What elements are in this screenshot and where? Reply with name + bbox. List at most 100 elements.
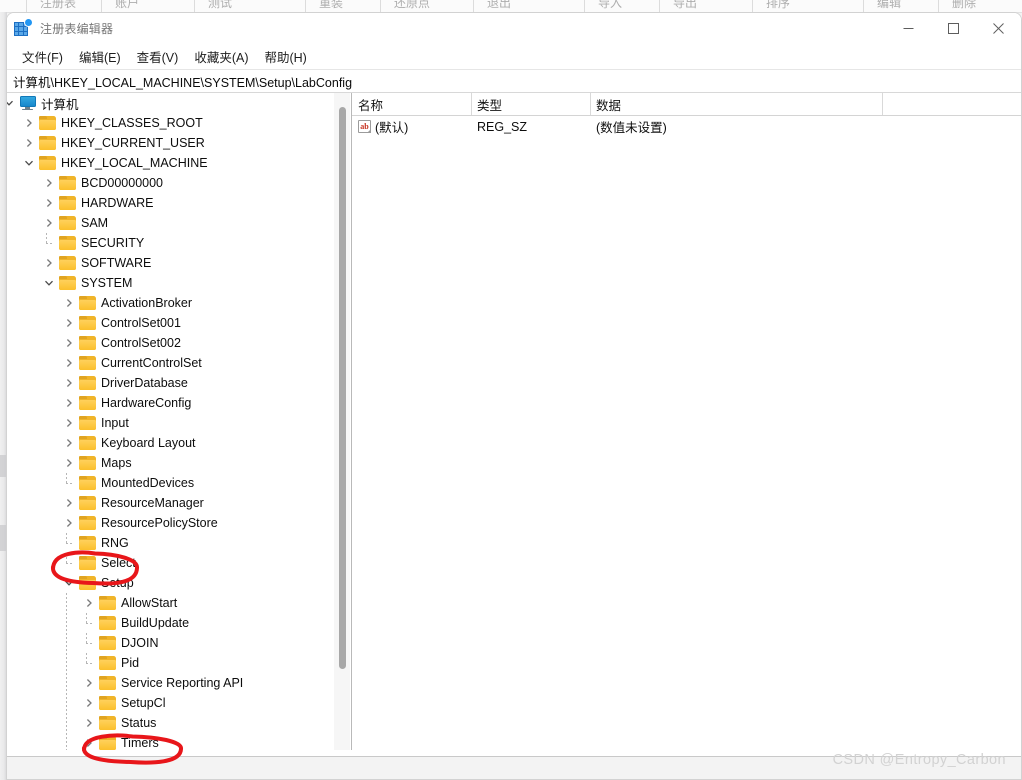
tree-node-content[interactable]: HardwareConfig [79,394,195,412]
tree-node-content[interactable]: Setup [79,574,138,592]
tree-node-driverdatabase[interactable]: DriverDatabase [7,373,334,393]
tree-scrollbar-thumb[interactable] [339,107,346,669]
chevron-right-icon[interactable] [62,313,76,333]
address-bar[interactable]: 计算机\HKEY_LOCAL_MACHINE\SYSTEM\Setup\LabC… [7,69,1021,93]
tree-node-rng[interactable]: RNG [7,533,334,553]
chevron-down-icon[interactable] [42,273,56,293]
menu-edit[interactable]: 编辑(E) [72,45,128,68]
chevron-right-icon[interactable] [62,513,76,533]
chevron-right-icon[interactable] [62,293,76,313]
column-separator[interactable] [590,93,591,115]
tree-node-hkey-local-machine[interactable]: HKEY_LOCAL_MACHINE [7,153,334,173]
values-column-数据[interactable]: 数据 [590,93,882,115]
tree-node-content[interactable]: DJOIN [99,634,163,652]
tree-node-content[interactable]: HARDWARE [59,194,157,212]
chevron-right-icon[interactable] [62,433,76,453]
tree-node-input[interactable]: Input [7,413,334,433]
values-row[interactable]: ab (默认) REG_SZ (数值未设置) [352,116,1021,137]
chevron-right-icon[interactable] [82,733,96,750]
chevron-right-icon[interactable] [62,373,76,393]
tree-node-status[interactable]: Status [7,713,334,733]
tree-node-content[interactable]: SAM [59,214,112,232]
chevron-down-icon[interactable] [22,153,36,173]
tree-node-content[interactable]: SOFTWARE [59,254,155,272]
tree-node-content[interactable]: ControlSet002 [79,334,185,352]
tree-node-security[interactable]: SECURITY [7,233,334,253]
chevron-down-icon[interactable] [62,573,76,593]
tree-node-keyboard-layout[interactable]: Keyboard Layout [7,433,334,453]
tree-node-content[interactable]: Status [99,714,160,732]
chevron-right-icon[interactable] [82,593,96,613]
tree-node-content[interactable]: Timers [99,734,163,750]
chevron-right-icon[interactable] [62,413,76,433]
tree-node-hardwareconfig[interactable]: HardwareConfig [7,393,334,413]
tree-node-software[interactable]: SOFTWARE [7,253,334,273]
tree-node-timers[interactable]: Timers [7,733,334,750]
tree-node-sam[interactable]: SAM [7,213,334,233]
menu-help[interactable]: 帮助(H) [257,45,313,68]
chevron-right-icon[interactable] [62,333,76,353]
tree-node-pid[interactable]: Pid [7,653,334,673]
tree-node-content[interactable]: ResourcePolicyStore [79,514,222,532]
tree-node-maps[interactable]: Maps [7,453,334,473]
tree-node-bcd00000000[interactable]: BCD00000000 [7,173,334,193]
tree-node-djoin[interactable]: DJOIN [7,633,334,653]
tree-node-select[interactable]: Select [7,553,334,573]
tree-node-hkey-classes-root[interactable]: HKEY_CLASSES_ROOT [7,113,334,133]
tree-node-content[interactable]: CurrentControlSet [79,354,206,372]
tree-node-controlset001[interactable]: ControlSet001 [7,313,334,333]
tree-node-content[interactable]: HKEY_CLASSES_ROOT [39,114,207,132]
tree-node-setupcl[interactable]: SetupCl [7,693,334,713]
values-column-名称[interactable]: 名称 [352,93,471,115]
values-column-类型[interactable]: 类型 [471,93,590,115]
tree-node-setup[interactable]: Setup [7,573,334,593]
tree-node-content[interactable]: MountedDevices [79,474,198,492]
tree-node-content[interactable]: DriverDatabase [79,374,192,392]
chevron-right-icon[interactable] [42,253,56,273]
tree-node-system[interactable]: SYSTEM [7,273,334,293]
tree-node-content[interactable]: BuildUpdate [99,614,193,632]
tree-node-content[interactable]: ControlSet001 [79,314,185,332]
tree-node-content[interactable]: SECURITY [59,234,148,252]
chevron-right-icon[interactable] [82,713,96,733]
values-column-blank[interactable] [882,93,1021,115]
chevron-right-icon[interactable] [42,173,56,193]
tree-node-buildupdate[interactable]: BuildUpdate [7,613,334,633]
tree-node-activationbroker[interactable]: ActivationBroker [7,293,334,313]
tree-node-content[interactable]: Keyboard Layout [79,434,200,452]
chevron-right-icon[interactable] [42,213,56,233]
tree-node-allowstart[interactable]: AllowStart [7,593,334,613]
chevron-right-icon[interactable] [62,453,76,473]
tree-vertical-scrollbar[interactable] [334,93,350,750]
maximize-icon[interactable] [931,13,976,44]
menu-file[interactable]: 文件(F) [15,45,70,68]
column-separator[interactable] [471,93,472,115]
tree-node-resourcemanager[interactable]: ResourceManager [7,493,334,513]
tree-node-content[interactable]: ResourceManager [79,494,208,512]
tree-node-content[interactable]: Maps [79,454,136,472]
close-icon[interactable] [976,13,1021,44]
tree-node--[interactable]: 计算机 [7,93,334,113]
menu-view[interactable]: 查看(V) [130,45,186,68]
menu-favorites[interactable]: 收藏夹(A) [187,45,255,68]
tree-node-content[interactable]: Input [79,414,133,432]
tree-node-currentcontrolset[interactable]: CurrentControlSet [7,353,334,373]
tree-node-content[interactable]: AllowStart [99,594,181,612]
tree-node-hkey-current-user[interactable]: HKEY_CURRENT_USER [7,133,334,153]
tree-node-content[interactable]: Pid [99,654,143,672]
tree-node-content[interactable]: ActivationBroker [79,294,196,312]
minimize-icon[interactable] [886,13,931,44]
tree-node-service-reporting-api[interactable]: Service Reporting API [7,673,334,693]
chevron-right-icon[interactable] [62,353,76,373]
tree-node-controlset002[interactable]: ControlSet002 [7,333,334,353]
tree-node-hardware[interactable]: HARDWARE [7,193,334,213]
tree-node-content[interactable]: 计算机 [19,94,83,112]
tree-node-content[interactable]: SetupCl [99,694,169,712]
chevron-right-icon[interactable] [42,193,56,213]
tree-node-content[interactable]: Service Reporting API [99,674,247,692]
tree-node-content[interactable]: HKEY_CURRENT_USER [39,134,209,152]
chevron-down-icon[interactable] [7,93,16,113]
tree-node-content[interactable]: SYSTEM [59,274,136,292]
chevron-right-icon[interactable] [22,133,36,153]
chevron-right-icon[interactable] [62,493,76,513]
